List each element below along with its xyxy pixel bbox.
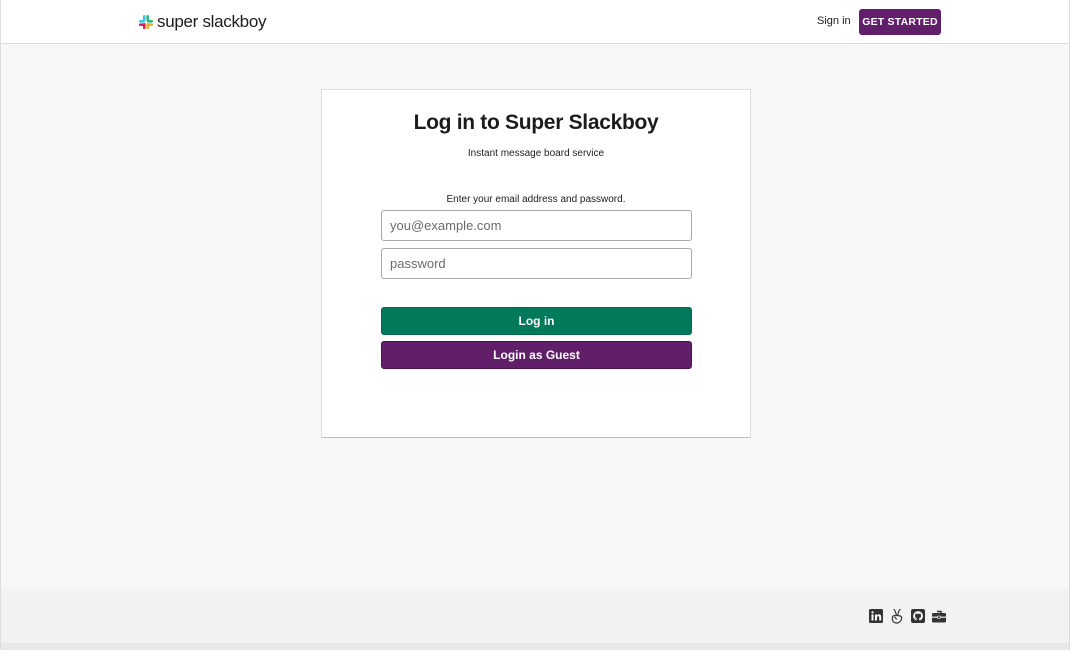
login-title: Log in to Super Slackboy (413, 111, 659, 134)
slack-logo-icon (139, 15, 153, 29)
github-icon[interactable] (910, 608, 926, 624)
footer-bottom-bar (1, 643, 1069, 650)
login-instructions: Enter your email address and password. (446, 194, 626, 205)
login-subtitle: Instant message board service (467, 148, 605, 159)
get-started-button[interactable]: GET STARTED (859, 9, 941, 35)
login-button[interactable]: Log in (381, 307, 692, 335)
footer (1, 589, 1069, 643)
brand-name: super slackboy (157, 12, 267, 31)
sign-in-link[interactable]: Sign in (817, 15, 851, 27)
password-input[interactable] (381, 248, 692, 279)
email-input[interactable] (381, 210, 692, 241)
brand-link[interactable]: super slackboy (139, 12, 267, 32)
portfolio-icon[interactable] (931, 608, 947, 624)
login-card: Log in to Super Slackboy Instant message… (321, 89, 751, 438)
linkedin-icon[interactable] (868, 608, 884, 624)
login-as-guest-button[interactable]: Login as Guest (381, 341, 692, 369)
angellist-icon[interactable] (889, 608, 905, 624)
top-nav: super slackboy Sign in GET STARTED (1, 0, 1069, 44)
page: super slackboy Sign in GET STARTED Log i… (0, 0, 1070, 650)
